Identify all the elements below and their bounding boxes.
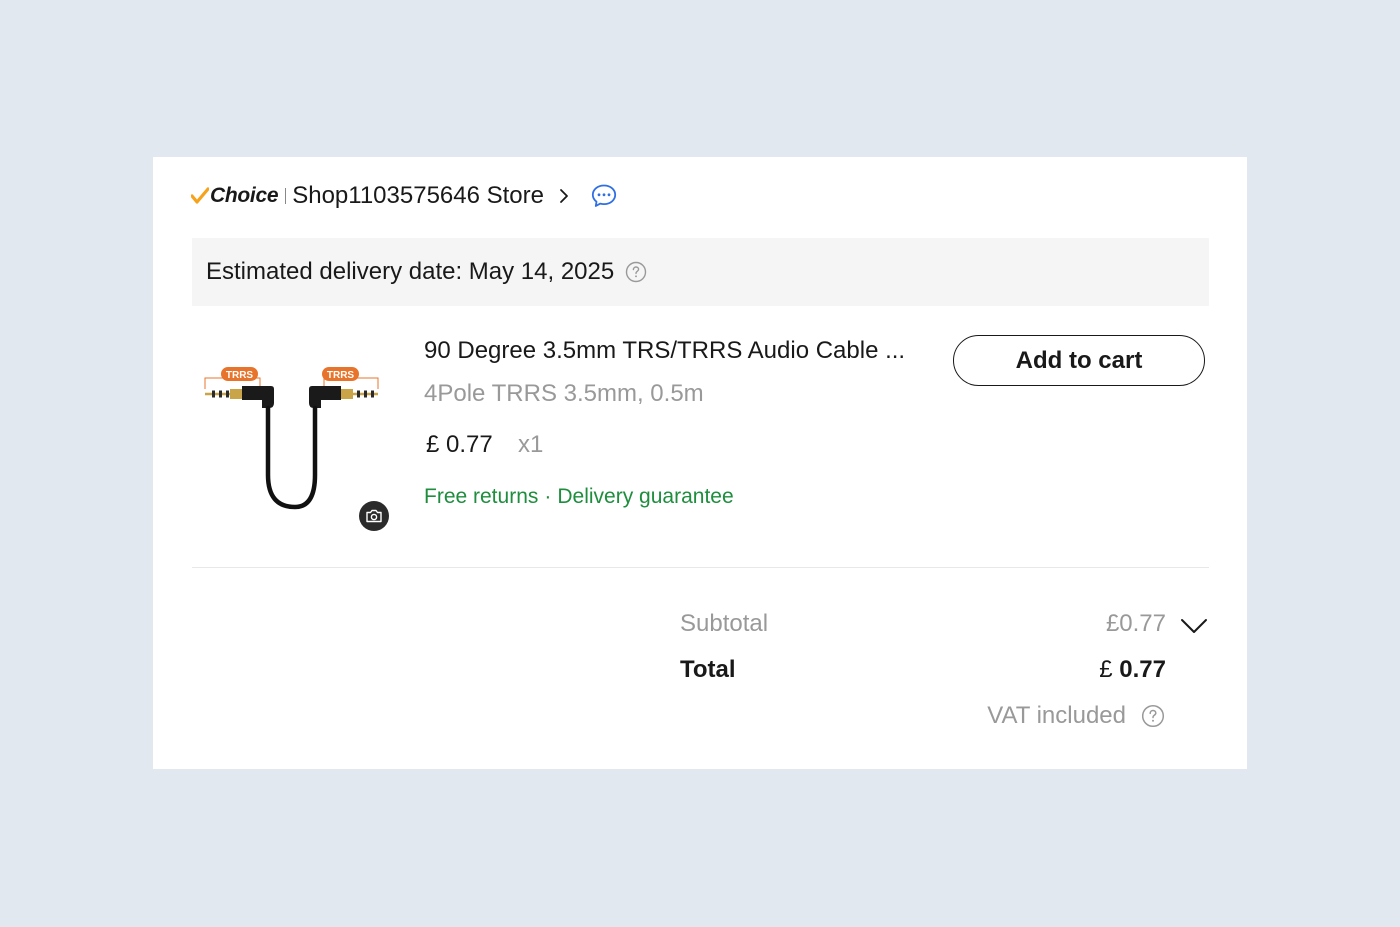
add-to-cart-button[interactable]: Add to cart bbox=[953, 335, 1205, 386]
choice-label: Choice bbox=[210, 184, 279, 207]
total-currency: £ bbox=[1099, 656, 1113, 683]
trrs-label-right: TRRS bbox=[327, 370, 355, 381]
question-circle-icon[interactable] bbox=[1141, 704, 1165, 728]
benefit-separator: · bbox=[544, 485, 552, 508]
question-circle-icon[interactable] bbox=[625, 261, 647, 283]
section-divider bbox=[192, 567, 1209, 568]
divider bbox=[285, 188, 287, 204]
subtotal-label: Subtotal bbox=[680, 610, 769, 637]
store-header: Choice Shop1103575646 Store bbox=[191, 179, 618, 213]
delivery-estimate-bar: Estimated delivery date: May 14, 2025 bbox=[192, 238, 1209, 306]
camera-glyph-icon bbox=[366, 509, 382, 523]
trrs-label-left: TRRS bbox=[226, 370, 254, 381]
product-price: £ 0.77 bbox=[426, 431, 493, 458]
chevron-down-icon[interactable] bbox=[1180, 616, 1208, 636]
product-variant: 4Pole TRRS 3.5mm, 0.5m bbox=[424, 380, 704, 407]
free-returns-link[interactable]: Free returns bbox=[424, 485, 538, 508]
store-order-card: Choice Shop1103575646 Store Estimated de… bbox=[153, 157, 1247, 769]
chevron-right-icon[interactable] bbox=[556, 188, 572, 204]
delivery-guarantee-link[interactable]: Delivery guarantee bbox=[557, 485, 733, 508]
choice-badge: Choice bbox=[191, 179, 279, 213]
total-amount: 0.77 bbox=[1119, 656, 1166, 683]
product-quantity: x1 bbox=[518, 431, 544, 458]
vat-row: VAT included bbox=[987, 702, 1165, 730]
product-title-link[interactable]: 90 Degree 3.5mm TRS/TRRS Audio Cable ... bbox=[424, 337, 924, 365]
total-label: Total bbox=[680, 656, 736, 683]
store-name-link[interactable]: Shop1103575646 Store bbox=[292, 182, 544, 210]
subtotal-value: £0.77 bbox=[1105, 610, 1166, 637]
delivery-date-text: Estimated delivery date: May 14, 2025 bbox=[206, 258, 615, 285]
checkmark-icon bbox=[191, 187, 209, 204]
camera-icon[interactable] bbox=[359, 501, 389, 531]
chat-bubble-icon[interactable] bbox=[590, 182, 618, 210]
benefits-row: Free returns · Delivery guarantee bbox=[424, 485, 734, 509]
vat-label: VAT included bbox=[987, 702, 1126, 729]
total-value: £ 0.77 bbox=[1099, 656, 1166, 684]
